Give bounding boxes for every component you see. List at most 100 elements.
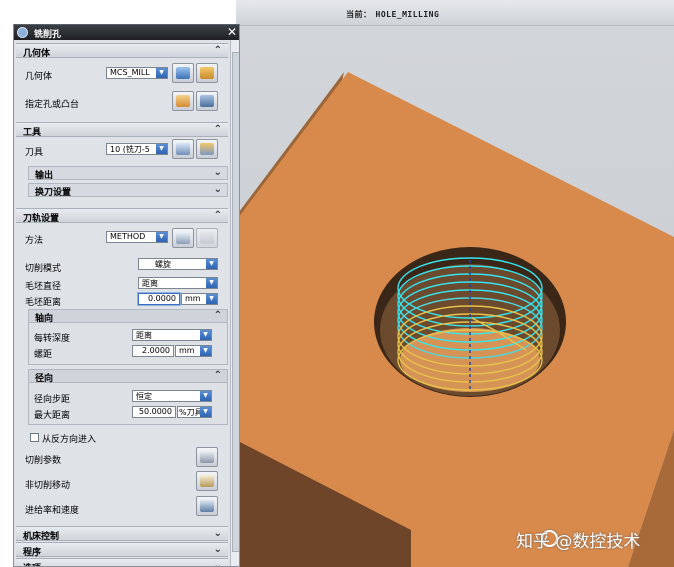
blank-distance-unit-select[interactable]: mm ▼	[181, 293, 218, 305]
section-options[interactable]: 选项 ⌄	[16, 558, 228, 566]
new-method-button[interactable]	[172, 228, 194, 248]
wrench-icon	[200, 232, 214, 244]
blank-distance-input[interactable]: 0.0000	[138, 293, 180, 305]
chevron-down-icon: ▼	[156, 68, 167, 78]
edit-tool-icon	[200, 143, 214, 155]
blank-diameter-value: 距离	[142, 279, 158, 288]
section-options-label: 选项	[23, 561, 41, 566]
tool-change-label: 换刀设置	[35, 188, 72, 198]
chevron-up-icon[interactable]: ⌃	[214, 124, 222, 135]
cut-params-button[interactable]	[196, 447, 218, 467]
blank-distance-label: 毛坯距离	[25, 298, 62, 308]
section-geometry[interactable]: 几何体 ⌃	[16, 43, 228, 59]
section-tool[interactable]: 工具 ⌃	[16, 122, 228, 138]
method-select-value: METHOD	[110, 232, 146, 241]
radial-label: 径向	[35, 374, 54, 384]
flashlight-icon	[200, 95, 214, 107]
max-distance-label: 最大距离	[34, 411, 71, 421]
depth-per-rev-value: 距离	[136, 331, 152, 340]
subsection-tool-change[interactable]: 换刀设置 ⌄	[28, 183, 228, 198]
chevron-down-icon: ▼	[206, 259, 217, 269]
chevron-down-icon: ▼	[200, 330, 211, 340]
feeds-speeds-button[interactable]	[196, 496, 218, 516]
depth-per-rev-select[interactable]: 距离 ▼	[132, 329, 212, 341]
close-button[interactable]: ✕	[227, 25, 237, 39]
display-hole-button[interactable]	[196, 91, 218, 111]
axial-label: 轴向	[35, 314, 54, 324]
chevron-down-icon[interactable]: ⌄	[214, 560, 222, 566]
watermark-text: 知乎 @数控技术	[516, 532, 641, 552]
blank-diameter-select[interactable]: 距离 ▼	[138, 277, 218, 289]
noncut-moves-button[interactable]	[196, 471, 218, 491]
section-path-label: 刀轨设置	[23, 214, 60, 224]
chevron-down-icon: ▼	[206, 278, 217, 288]
chevron-down-icon: ▼	[200, 346, 211, 356]
new-tool-button[interactable]	[172, 139, 194, 159]
feeds-speeds-icon	[200, 500, 214, 512]
edit-method-button[interactable]	[196, 228, 218, 248]
blank-diameter-label: 毛坯直径	[25, 282, 62, 292]
chevron-down-icon: ▼	[200, 407, 211, 417]
edit-tool-button[interactable]	[196, 139, 218, 159]
radial-step-label: 径向步距	[34, 395, 71, 405]
chevron-up-icon[interactable]: ⌃	[214, 45, 222, 56]
pitch-label: 螺距	[34, 350, 53, 360]
noncut-moves-icon	[200, 475, 214, 487]
cut-mode-value: 螺旋	[155, 260, 171, 269]
cut-mode-select[interactable]: 螺旋 ▼	[138, 258, 218, 270]
reverse-entry-checkbox[interactable]	[30, 433, 39, 442]
section-path-settings[interactable]: 刀轨设置 ⌃	[16, 208, 228, 224]
specify-hole-label: 指定孔或凸台	[25, 100, 80, 110]
pitch-input[interactable]: 2.0000	[132, 345, 174, 357]
tool-select-value: 10 (铣刀-5	[110, 145, 150, 154]
pitch-unit-select[interactable]: mm ▼	[175, 345, 212, 357]
section-program[interactable]: 程序 ⌄	[16, 542, 228, 558]
section-machine-control[interactable]: 机床控制 ⌄	[16, 526, 228, 542]
dialog-gear-icon	[17, 27, 28, 38]
geometry-select[interactable]: MCS_MILL ▼	[106, 67, 168, 79]
chevron-down-icon: ▼	[156, 232, 167, 242]
feeds-speeds-label: 进给率和速度	[25, 506, 80, 516]
chevron-down-icon: ▼	[156, 144, 167, 154]
method-label: 方法	[25, 236, 44, 246]
chevron-up-icon[interactable]: ⌃	[214, 370, 222, 381]
dialog-scrollbar[interactable]	[230, 40, 239, 566]
chevron-down-icon[interactable]: ⌄	[214, 528, 222, 539]
subsection-axial[interactable]: 轴向 ⌃	[28, 309, 228, 324]
output-label: 输出	[35, 171, 54, 181]
scrollbar-thumb[interactable]	[232, 52, 239, 552]
subsection-output[interactable]: 输出 ⌄	[28, 166, 228, 181]
chevron-down-icon[interactable]: ⌄	[214, 167, 222, 178]
tool-label: 刀具	[25, 148, 44, 158]
section-geometry-label: 几何体	[23, 49, 51, 59]
specify-hole-button[interactable]	[172, 91, 194, 111]
chevron-down-icon[interactable]: ⌄	[214, 184, 222, 195]
max-distance-unit-select[interactable]: %刀具 ▼	[177, 406, 212, 418]
tool-select[interactable]: 10 (铣刀-5 ▼	[106, 143, 168, 155]
new-geometry-button[interactable]	[172, 63, 194, 83]
depth-per-rev-label: 每转深度	[34, 334, 71, 344]
max-distance-input[interactable]: 50.0000	[132, 406, 176, 418]
chevron-up-icon[interactable]: ⌃	[214, 310, 222, 321]
blank-distance-unit: mm	[185, 294, 201, 303]
edit-geometry-button[interactable]	[196, 63, 218, 83]
new-geometry-icon	[176, 67, 190, 79]
new-tool-icon	[176, 143, 190, 155]
geometry-select-value: MCS_MILL	[110, 68, 150, 77]
chevron-up-icon[interactable]: ⌃	[214, 210, 222, 221]
new-method-icon	[176, 232, 190, 244]
max-distance-value: 50.0000	[138, 407, 172, 416]
hole-milling-dialog: 铣削孔 ✕ 几何体 ⌃ 几何体 MCS_MILL ▼ 指定孔或凸台 工具 ⌃ 刀…	[13, 24, 240, 567]
part-model-scene[interactable]	[236, 0, 674, 567]
method-select[interactable]: METHOD ▼	[106, 231, 168, 243]
app-window: 当前： HOLE_MILLING 知乎 @数控技术 铣削孔 ✕ 几何体 ⌃ 几何…	[0, 0, 674, 567]
cut-params-icon	[200, 451, 214, 463]
hole-boss-icon	[176, 95, 190, 107]
radial-step-select[interactable]: 恒定 ▼	[132, 390, 212, 402]
subsection-radial[interactable]: 径向 ⌃	[28, 369, 228, 384]
chevron-down-icon[interactable]: ⌄	[214, 544, 222, 555]
graphics-viewport[interactable]: 当前： HOLE_MILLING	[236, 0, 674, 567]
chevron-down-icon: ▼	[206, 294, 217, 304]
geometry-label: 几何体	[25, 72, 53, 82]
dialog-title-bar[interactable]: 铣削孔 ✕	[14, 25, 239, 40]
